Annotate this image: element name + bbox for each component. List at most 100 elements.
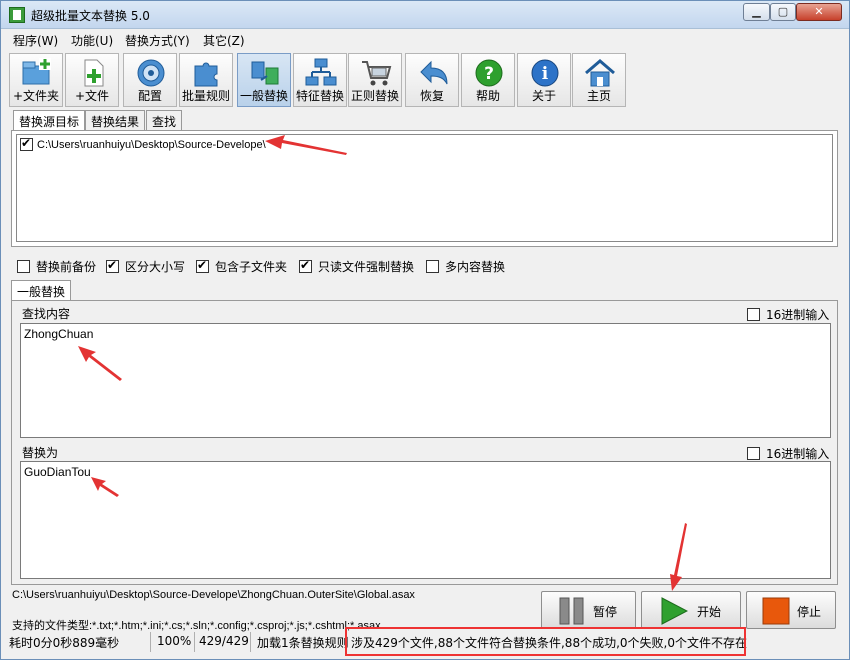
svg-text:?: ? xyxy=(484,64,494,84)
arrow-annotation-icon xyxy=(265,135,347,155)
source-list-item[interactable]: C:\Users\ruanhuiyu\Desktop\Source-Develo… xyxy=(20,136,266,151)
add-folder-label: +文件夹 xyxy=(12,89,60,103)
find-hex-label: 16进制输入 xyxy=(766,308,830,322)
replace-hex-checkbox[interactable] xyxy=(747,447,760,460)
find-input[interactable]: ZhongChuan xyxy=(20,323,831,438)
arrow-annotation-icon xyxy=(78,346,122,381)
start-label: 开始 xyxy=(697,605,722,619)
source-item-path: C:\Users\ruanhuiyu\Desktop\Source-Develo… xyxy=(37,138,266,151)
current-file-path: C:\Users\ruanhuiyu\Desktop\Source-Develo… xyxy=(12,589,415,601)
tab-source[interactable]: 替换源目标 xyxy=(13,110,86,131)
svg-text:i: i xyxy=(542,64,549,84)
general-replace-button[interactable]: 一般替换 xyxy=(237,53,291,107)
status-percent: 100% xyxy=(153,632,195,652)
status-count: 429/429 xyxy=(195,632,251,652)
undo-icon xyxy=(420,60,448,85)
multi-content-option[interactable]: 多内容替换 xyxy=(426,258,505,275)
case-sensitive-checkbox[interactable] xyxy=(106,258,119,273)
toolbar: +文件夹 +文件 配置 批量规则 一般替换 特征替换 正则替换 恢复 ? 帮助 … xyxy=(9,53,629,107)
replace-panel: 查找内容 16进制输入 ZhongChuan 替换为 16进制输入 GuoDia… xyxy=(11,300,838,585)
app-window: 超级批量文本替换 5.0 ▁ ▢ ✕ 程序(W) 功能(U) 替换方式(Y) 其… xyxy=(0,0,850,660)
pause-label: 暂停 xyxy=(593,605,618,619)
home-label: 主页 xyxy=(586,89,611,103)
puzzle-icon xyxy=(194,62,218,87)
status-rules: 加载1条替换规则 xyxy=(253,632,349,652)
case-sensitive-option[interactable]: 区分大小写 xyxy=(106,258,185,275)
tab-general-replace[interactable]: 一般替换 xyxy=(11,280,72,301)
title-bar: 超级批量文本替换 5.0 ▁ ▢ ✕ xyxy=(1,1,849,29)
menu-program[interactable]: 程序(W) xyxy=(13,32,58,49)
stop-label: 停止 xyxy=(797,605,822,619)
feature-replace-label: 特征替换 xyxy=(295,89,344,103)
multi-content-checkbox[interactable] xyxy=(426,260,439,273)
find-label: 查找内容 xyxy=(22,307,71,321)
case-sensitive-label: 区分大小写 xyxy=(125,260,186,274)
menu-replace-mode[interactable]: 替换方式(Y) xyxy=(125,32,190,49)
restore-label: 恢复 xyxy=(419,89,444,103)
regex-replace-button[interactable]: 正则替换 xyxy=(348,53,402,107)
backup-option[interactable]: 替换前备份 xyxy=(17,258,96,275)
source-item-checkbox[interactable] xyxy=(20,136,33,151)
help-button[interactable]: ? 帮助 xyxy=(461,53,515,107)
readonly-force-checkbox[interactable] xyxy=(299,258,312,273)
help-label: 帮助 xyxy=(475,89,500,103)
arrow-annotation-icon xyxy=(91,477,119,497)
regex-replace-label: 正则替换 xyxy=(350,89,399,103)
replace-hex-option[interactable]: 16进制输入 xyxy=(747,445,829,462)
config-label: 配置 xyxy=(137,89,162,103)
tab-result[interactable]: 替换结果 xyxy=(85,110,146,130)
about-label: 关于 xyxy=(531,89,556,103)
find-value: ZhongChuan xyxy=(24,327,94,341)
find-hex-option[interactable]: 16进制输入 xyxy=(747,306,829,323)
window-title: 超级批量文本替换 5.0 xyxy=(31,9,150,23)
start-button[interactable]: 开始 xyxy=(641,591,741,629)
close-button[interactable]: ✕ xyxy=(796,3,842,21)
add-file-icon xyxy=(84,59,104,87)
stop-icon xyxy=(762,597,790,625)
multi-content-label: 多内容替换 xyxy=(445,260,506,274)
replace-input[interactable]: GuoDianTou xyxy=(20,461,831,579)
source-panel: C:\Users\ruanhuiyu\Desktop\Source-Develo… xyxy=(11,130,838,247)
app-icon xyxy=(9,7,25,23)
batch-rules-button[interactable]: 批量规则 xyxy=(179,53,233,107)
replace-hex-label: 16进制输入 xyxy=(766,447,830,461)
minimize-button[interactable]: ▁ xyxy=(743,3,770,21)
source-list[interactable]: C:\Users\ruanhuiyu\Desktop\Source-Develo… xyxy=(16,134,833,242)
menu-other[interactable]: 其它(Z) xyxy=(203,32,245,49)
arrow-annotation-icon xyxy=(670,523,687,591)
add-folder-button[interactable]: +文件夹 xyxy=(9,53,63,107)
add-file-button[interactable]: +文件 xyxy=(65,53,119,107)
about-button[interactable]: i 关于 xyxy=(517,53,571,107)
general-replace-icon xyxy=(251,61,279,85)
restore-button[interactable]: 恢复 xyxy=(405,53,459,107)
subfolders-option[interactable]: 包含子文件夹 xyxy=(196,258,287,275)
readonly-force-option[interactable]: 只读文件强制替换 xyxy=(299,258,414,275)
readonly-force-label: 只读文件强制替换 xyxy=(318,260,415,274)
backup-checkbox[interactable] xyxy=(17,260,30,273)
help-icon: ? xyxy=(475,59,503,87)
add-folder-icon xyxy=(22,58,51,85)
maximize-button[interactable]: ▢ xyxy=(770,3,796,21)
backup-label: 替换前备份 xyxy=(36,260,97,274)
replace-value: GuoDianTou xyxy=(24,465,91,479)
config-button[interactable]: 配置 xyxy=(123,53,177,107)
batch-rules-label: 批量规则 xyxy=(181,89,230,103)
pause-icon xyxy=(559,597,584,625)
pause-button[interactable]: 暂停 xyxy=(541,591,636,629)
tab-find[interactable]: 查找 xyxy=(146,110,183,130)
gear-icon xyxy=(137,59,165,87)
menu-function[interactable]: 功能(U) xyxy=(71,32,113,49)
feature-replace-button[interactable]: 特征替换 xyxy=(293,53,347,107)
home-icon xyxy=(585,59,615,87)
general-replace-label: 一般替换 xyxy=(239,89,288,103)
status-highlight-box xyxy=(345,627,746,656)
home-button[interactable]: 主页 xyxy=(572,53,626,107)
subfolders-label: 包含子文件夹 xyxy=(215,260,288,274)
stop-button[interactable]: 停止 xyxy=(746,591,836,629)
supported-file-types: 支持的文件类型:*.txt;*.htm;*.ini;*.cs;*.sln;*.c… xyxy=(12,620,381,632)
network-icon xyxy=(305,58,337,86)
play-icon xyxy=(661,597,688,625)
menu-bar: 程序(W) 功能(U) 替换方式(Y) 其它(Z) xyxy=(1,29,849,51)
find-hex-checkbox[interactable] xyxy=(747,308,760,321)
subfolders-checkbox[interactable] xyxy=(196,258,209,273)
